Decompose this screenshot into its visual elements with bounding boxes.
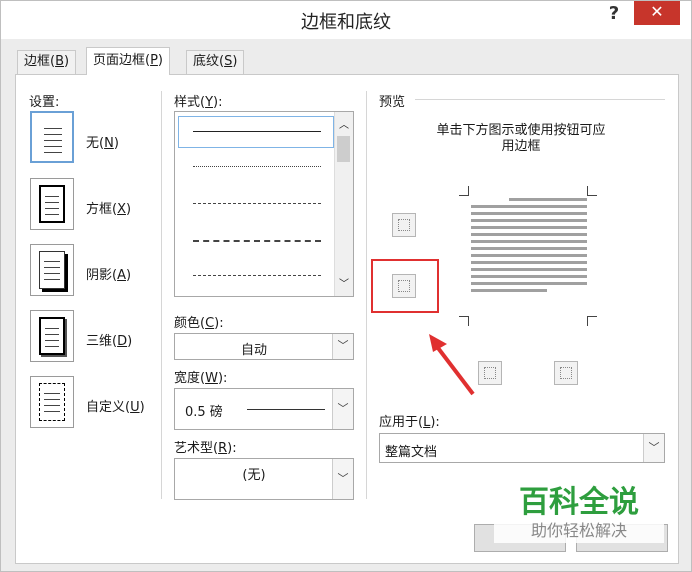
color-label: 颜色(C): <box>174 316 224 331</box>
tab-borders[interactable]: 边框(B) <box>17 50 77 74</box>
preview-heading-rule <box>415 99 665 100</box>
art-value: (无) <box>242 468 266 483</box>
art-label: 艺术型(R): <box>174 441 237 456</box>
style-label: 样式(Y): <box>174 95 223 110</box>
preview-hint-line2: 用边框 <box>501 139 541 154</box>
preview-corner-tr <box>587 186 597 196</box>
title-bar: 边框和底纹 ? ✕ <box>1 1 691 39</box>
preview-corner-bl <box>459 316 469 326</box>
preview-page-text[interactable] <box>471 198 587 310</box>
setting-none-icon[interactable] <box>30 111 74 163</box>
scroll-down-icon[interactable]: ﹀ <box>339 275 349 290</box>
watermark-subtitle: 助你轻松解决 <box>530 521 627 540</box>
setting-box-label[interactable]: 方框(X) <box>86 198 131 217</box>
tab-page-border[interactable]: 页面边框(P) <box>86 47 170 75</box>
chevron-down-icon[interactable]: ﹀ <box>332 389 353 429</box>
style-listbox[interactable]: ︿ ﹀ <box>174 111 354 297</box>
preview-corner-tl <box>459 186 469 196</box>
width-value: 0.5 磅 <box>185 405 223 420</box>
dialog-window: 边框和底纹 ? ✕ 边框(B) 页面边框(P) 底纹(S) 设置: 无(N) 方… <box>0 0 692 572</box>
setting-custom-icon[interactable] <box>30 376 74 428</box>
column-divider-left <box>161 91 162 499</box>
setting-3d-label[interactable]: 三维(D) <box>86 330 132 349</box>
chevron-down-icon[interactable]: ﹀ <box>332 459 353 499</box>
preview-corner-br <box>587 316 597 326</box>
settings-heading: 设置: <box>29 95 60 110</box>
style-small-dash-line[interactable] <box>193 203 321 204</box>
setting-custom-label[interactable]: 自定义(U) <box>86 396 145 415</box>
chevron-down-icon[interactable]: ﹀ <box>332 334 353 359</box>
tab-shading[interactable]: 底纹(S) <box>186 50 245 74</box>
red-arrow-icon <box>429 334 475 396</box>
setting-none-label[interactable]: 无(N) <box>86 132 119 151</box>
scroll-thumb[interactable] <box>337 136 350 162</box>
apply-to-label: 应用于(L): <box>379 415 440 430</box>
highlight-box <box>371 259 439 313</box>
watermark-logo: 百科全说 助你轻松解决 <box>494 471 664 543</box>
style-solid-line[interactable] <box>193 131 321 132</box>
style-dash-line[interactable] <box>193 240 321 242</box>
width-dropdown[interactable]: 0.5 磅 ﹀ <box>174 388 354 430</box>
style-scrollbar[interactable]: ︿ ﹀ <box>334 112 353 296</box>
setting-box-icon[interactable] <box>30 178 74 230</box>
setting-shadow-icon[interactable] <box>30 244 74 296</box>
style-dotted-line[interactable] <box>193 166 321 167</box>
close-button[interactable]: ✕ <box>634 1 680 25</box>
apply-to-value: 整篇文档 <box>385 445 438 460</box>
color-dropdown[interactable]: 自动 ﹀ <box>174 333 354 360</box>
left-border-button[interactable] <box>478 361 502 385</box>
setting-shadow-label[interactable]: 阴影(A) <box>86 264 131 283</box>
apply-to-dropdown[interactable]: 整篇文档 ﹀ <box>379 433 665 463</box>
width-label: 宽度(W): <box>174 371 228 386</box>
right-border-button[interactable] <box>554 361 578 385</box>
preview-heading: 预览 <box>379 95 406 110</box>
style-dash-dot-line[interactable] <box>193 275 321 276</box>
setting-3d-icon[interactable] <box>30 310 74 362</box>
style-selected-row[interactable] <box>178 116 334 148</box>
scroll-up-icon[interactable]: ︿ <box>339 116 349 131</box>
art-dropdown[interactable]: (无) ﹀ <box>174 458 354 500</box>
column-divider-right <box>366 91 367 499</box>
help-button[interactable]: ? <box>599 3 629 29</box>
dialog-title: 边框和底纹 <box>301 12 391 33</box>
width-sample-line <box>247 409 325 410</box>
watermark-title: 百科全说 <box>519 485 639 520</box>
chevron-down-icon[interactable]: ﹀ <box>643 434 664 462</box>
top-border-button[interactable] <box>392 213 416 237</box>
color-value: 自动 <box>240 343 267 358</box>
